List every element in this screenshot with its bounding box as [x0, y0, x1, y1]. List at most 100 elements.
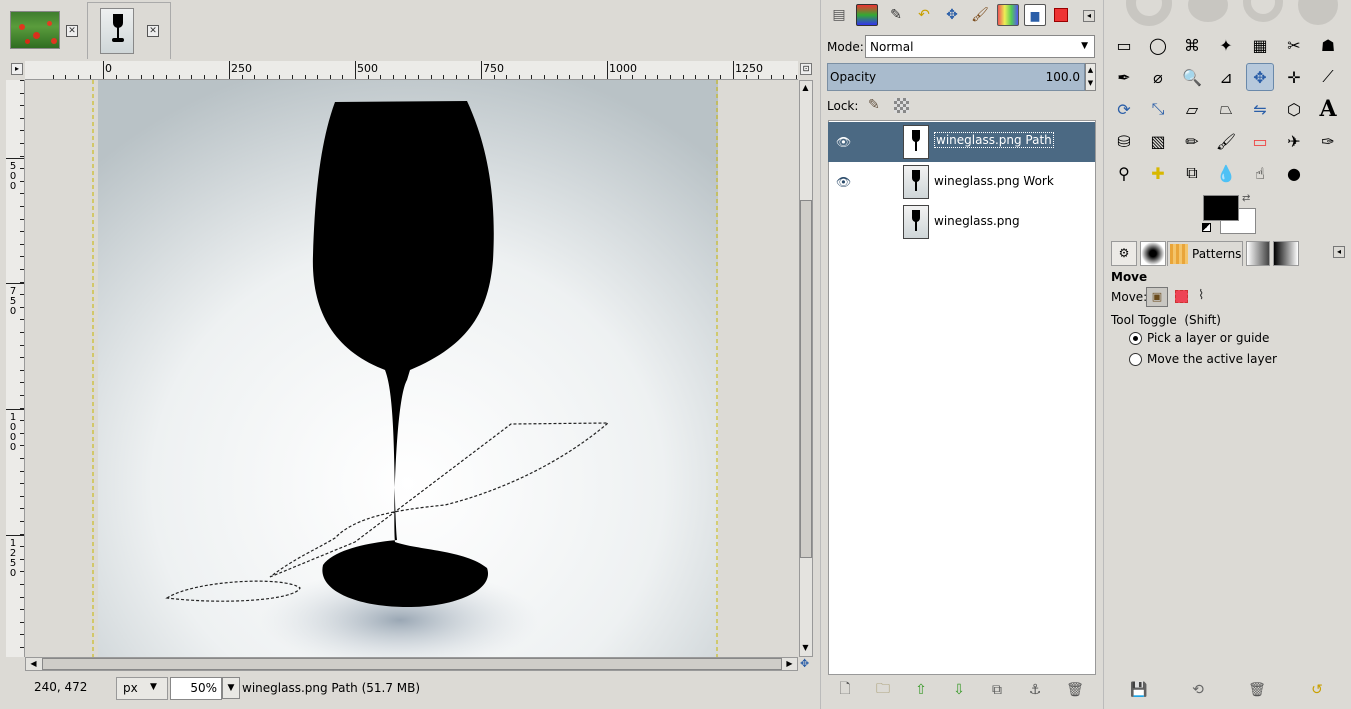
reset-options-icon[interactable]: ↺ [1306, 679, 1328, 701]
zoom-icon[interactable]: 🔍 [1178, 63, 1206, 91]
navigate-button[interactable]: ⊡ [800, 63, 812, 75]
delete-options-icon[interactable]: 🗑 [1246, 679, 1268, 701]
ellipse-select-icon[interactable]: ◯ [1144, 31, 1172, 59]
new-layer-icon[interactable]: 🗋 [834, 679, 856, 701]
dock-menu-icon[interactable]: ◂ [1083, 10, 1095, 22]
move-path-mode-icon[interactable]: ⌇ [1198, 288, 1204, 303]
opacity-slider[interactable]: Opacity 100.0 [827, 63, 1085, 91]
foreground-color-swatch[interactable] [1203, 195, 1239, 221]
blur-icon[interactable]: 💧 [1212, 159, 1240, 187]
move-layer-mode-icon[interactable]: ▣ [1146, 287, 1168, 307]
visibility-eye-icon[interactable]: 👁 [836, 135, 851, 149]
align-icon[interactable]: ✛ [1280, 63, 1308, 91]
anchor-layer-icon[interactable]: ⚓ [1024, 679, 1046, 701]
move-selection-mode-icon[interactable] [1175, 290, 1188, 303]
raise-layer-icon[interactable]: ⇧ [910, 679, 932, 701]
canvas-image[interactable] [25, 80, 798, 657]
paintbrush-icon[interactable]: 🖌 [1212, 127, 1240, 155]
color-tab-icon[interactable] [1050, 4, 1072, 26]
perspective-icon[interactable]: ⏢ [1212, 95, 1240, 123]
color-select-icon[interactable]: ▦ [1246, 31, 1274, 59]
eraser-icon[interactable]: ▭ [1246, 127, 1274, 155]
layer-row-path[interactable]: 👁 wineglass.png Path [828, 122, 1095, 162]
lower-layer-icon[interactable]: ⇩ [948, 679, 970, 701]
delete-layer-icon[interactable]: 🗑 [1064, 679, 1086, 701]
layer-name[interactable]: wineglass.png [934, 214, 1020, 228]
text-tool-icon[interactable]: A [1314, 95, 1342, 123]
lock-alpha-icon[interactable] [894, 98, 909, 113]
histogram-tab-icon[interactable]: ▆ [1024, 4, 1046, 26]
horizontal-scroll-thumb[interactable] [42, 658, 782, 670]
mode-select[interactable]: Normal ▼ [865, 35, 1095, 58]
navigate-image-icon[interactable]: ✥ [800, 658, 812, 670]
channels-tab-icon[interactable] [856, 4, 878, 26]
image-tab-wineglass[interactable] [100, 8, 134, 54]
palette-tab-icon[interactable] [997, 4, 1019, 26]
rotate-icon[interactable]: ⟳ [1110, 95, 1138, 123]
ink-icon[interactable]: ✑ [1314, 127, 1342, 155]
layer-name[interactable]: wineglass.png Path [934, 132, 1054, 148]
layer-name[interactable]: wineglass.png Work [934, 174, 1054, 188]
move-tool-icon[interactable]: ✥ [1246, 63, 1274, 91]
brush-tab-icon[interactable] [1140, 241, 1166, 266]
smudge-icon[interactable]: ☝ [1246, 159, 1274, 187]
lasso-icon[interactable]: ⌘ [1178, 31, 1206, 59]
fonts-tab-icon[interactable] [1273, 241, 1299, 266]
cage-icon[interactable]: ⬡ [1280, 95, 1308, 123]
tool-options-tab-icon[interactable]: ⚙ [1111, 241, 1137, 266]
move-active-layer-radio[interactable] [1129, 353, 1142, 366]
layers-tab-icon[interactable]: ▤ [828, 4, 850, 26]
foreground-select-icon[interactable]: ☗ [1314, 31, 1342, 59]
heal-icon[interactable]: ✚ [1144, 159, 1172, 187]
patterns-tab[interactable]: Patterns [1167, 241, 1243, 266]
opacity-spinner[interactable]: ▲ ▼ [1085, 63, 1096, 91]
rect-select-icon[interactable]: ▭ [1110, 31, 1138, 59]
zoom-field[interactable]: 50% [170, 677, 222, 700]
scale-icon[interactable]: ⤡ [1144, 95, 1172, 123]
tool-options-menu-icon[interactable]: ◂ [1333, 246, 1345, 258]
paths-tool-icon[interactable]: ✒ [1110, 63, 1138, 91]
bucket-fill-icon[interactable]: ⛁ [1110, 127, 1138, 155]
layer-row-work[interactable]: 👁 wineglass.png Work [828, 162, 1095, 202]
dodge-burn-icon[interactable]: ● [1280, 159, 1308, 187]
quick-mask-menu-button[interactable]: ▸ [11, 63, 23, 75]
color-picker-icon[interactable]: ⌀ [1144, 63, 1172, 91]
measure-icon[interactable]: ⊿ [1212, 63, 1240, 91]
pick-layer-label[interactable]: Pick a layer or guide [1147, 331, 1269, 345]
unit-select[interactable]: px ▼ [116, 677, 168, 700]
vertical-scroll-thumb[interactable] [800, 200, 812, 558]
flip-icon[interactable]: ⇋ [1246, 95, 1274, 123]
pick-layer-radio[interactable] [1129, 332, 1142, 345]
scroll-left-icon[interactable]: ◀ [28, 658, 39, 669]
layer-row-base[interactable]: wineglass.png [828, 202, 1095, 242]
move-active-layer-label[interactable]: Move the active layer [1147, 352, 1277, 366]
brushes-tab-icon[interactable]: 🖌 [969, 4, 991, 26]
airbrush-icon[interactable]: ✈ [1280, 127, 1308, 155]
scissors-icon[interactable]: ✂ [1280, 31, 1308, 59]
paths-tab-icon[interactable]: ✎ [885, 4, 907, 26]
fuzzy-select-icon[interactable]: ✦ [1212, 31, 1240, 59]
pencil-icon[interactable]: ✏ [1178, 127, 1206, 155]
canvas-area[interactable] [25, 80, 798, 657]
duplicate-layer-icon[interactable]: ⧉ [986, 679, 1008, 701]
perspective-clone-icon[interactable]: ⧉ [1178, 159, 1206, 187]
blend-icon[interactable]: ▧ [1144, 127, 1172, 155]
visibility-eye-icon[interactable]: 👁 [836, 175, 851, 189]
scroll-right-icon[interactable]: ▶ [784, 658, 795, 669]
lock-pixels-icon[interactable]: ✎ [868, 97, 880, 113]
scroll-up-icon[interactable]: ▲ [800, 82, 811, 93]
crop-icon[interactable]: ⟋ [1314, 63, 1342, 91]
default-colors-icon[interactable] [1202, 223, 1211, 232]
clone-icon[interactable]: ⚲ [1110, 159, 1138, 187]
shear-icon[interactable]: ▱ [1178, 95, 1206, 123]
zoom-dropdown-icon[interactable]: ▼ [222, 677, 240, 699]
pointer-tab-icon[interactable]: ✥ [941, 4, 963, 26]
scroll-down-icon[interactable]: ▼ [800, 642, 811, 653]
restore-options-icon[interactable]: ⟲ [1187, 679, 1209, 701]
close-tab-1-icon[interactable]: ✕ [66, 25, 78, 37]
image-tab-poppies[interactable] [10, 11, 60, 49]
new-layer-group-icon[interactable]: 🗀 [872, 679, 894, 701]
gradient-tab-icon[interactable] [1246, 241, 1270, 266]
close-tab-2-icon[interactable]: ✕ [147, 25, 159, 37]
save-options-icon[interactable]: 💾 [1128, 679, 1150, 701]
